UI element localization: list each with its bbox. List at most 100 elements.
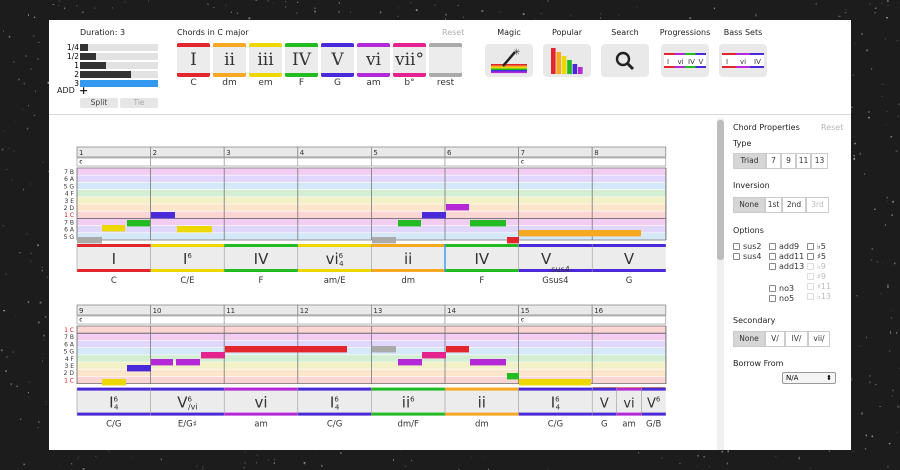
checkbox-icon[interactable]	[769, 285, 776, 292]
melody-note[interactable]	[127, 365, 151, 372]
duration-option[interactable]: 1	[49, 61, 159, 70]
melody-note[interactable]	[151, 359, 173, 366]
option-checkbox[interactable]: ♯5	[807, 252, 826, 262]
segment-option[interactable]: vii/	[808, 331, 830, 347]
melody-note[interactable]	[151, 212, 175, 219]
tool-button[interactable]: Ivi IV V	[661, 44, 709, 77]
checkbox-icon[interactable]	[769, 253, 776, 260]
checkbox-icon[interactable]	[807, 263, 814, 270]
measure-header[interactable]	[518, 304, 593, 316]
option-checkbox[interactable]: sus4	[733, 252, 762, 262]
checkbox-icon[interactable]	[733, 243, 740, 250]
melody-note[interactable]	[177, 226, 212, 233]
melody-note[interactable]	[77, 237, 102, 244]
tool-button[interactable]: ✳	[485, 44, 533, 77]
option-checkbox[interactable]: ♯9	[807, 272, 826, 282]
measure-header[interactable]	[223, 146, 299, 158]
scrollbar-thumb[interactable]	[717, 120, 724, 260]
melody-note[interactable]	[102, 225, 125, 232]
melody-note[interactable]	[519, 230, 641, 237]
score-scrollbar[interactable]	[717, 118, 724, 450]
measure-header[interactable]	[444, 304, 519, 316]
melody-note[interactable]	[127, 220, 150, 227]
checkbox-icon[interactable]	[733, 253, 740, 260]
option-checkbox[interactable]: add11	[769, 252, 804, 262]
option-checkbox[interactable]: ♭9	[807, 262, 826, 272]
segment-option[interactable]: None	[733, 331, 765, 347]
measure-header[interactable]	[370, 146, 446, 158]
segment-option[interactable]: 1st	[765, 197, 782, 213]
tool-button[interactable]: Ivi IV	[719, 44, 767, 77]
tie-button[interactable]: Tie	[120, 98, 158, 108]
segment-option[interactable]: None	[733, 197, 765, 213]
checkbox-icon[interactable]	[807, 283, 814, 290]
measure-header[interactable]	[150, 146, 225, 158]
melody-note[interactable]	[470, 359, 506, 366]
duration-option[interactable]: 2	[49, 70, 159, 79]
measure-header[interactable]	[297, 304, 372, 316]
checkbox-icon[interactable]	[807, 273, 814, 280]
chord-button[interactable]: vii°	[393, 43, 426, 77]
checkbox-icon[interactable]	[807, 293, 814, 300]
segment-option[interactable]: IV/	[785, 331, 808, 347]
chord-button[interactable]: vi	[357, 43, 390, 77]
tool-button[interactable]	[601, 44, 649, 77]
segment-option[interactable]: 11	[796, 153, 811, 169]
segment-option[interactable]: 9	[781, 153, 796, 169]
tool-button[interactable]	[543, 44, 591, 77]
melody-note[interactable]	[102, 379, 126, 386]
option-checkbox[interactable]: ♯11	[807, 282, 831, 292]
split-button[interactable]: Split	[80, 98, 118, 108]
borrow-from-select[interactable]: N/A ⬍	[782, 372, 836, 384]
checkbox-icon[interactable]	[769, 243, 776, 250]
checkbox-icon[interactable]	[807, 243, 814, 250]
measure-header[interactable]	[297, 146, 372, 158]
segment-option[interactable]: 3rd	[806, 197, 829, 213]
segment-option[interactable]: Triad	[733, 153, 766, 169]
option-checkbox[interactable]: add13	[769, 262, 804, 272]
measure-header[interactable]	[76, 146, 151, 158]
segment-option[interactable]: 13	[811, 153, 828, 169]
measure-header[interactable]	[370, 304, 446, 316]
melody-note[interactable]	[372, 237, 396, 244]
chords-reset-button[interactable]: Reset	[442, 28, 464, 37]
melody-note[interactable]	[446, 204, 469, 211]
measure-header[interactable]	[76, 304, 151, 316]
option-checkbox[interactable]: add9	[769, 242, 799, 252]
duration-option[interactable]: 1/4	[49, 43, 159, 52]
chord-button[interactable]: V	[321, 43, 354, 77]
segment-option[interactable]: 7	[766, 153, 781, 169]
melody-note[interactable]	[507, 237, 519, 244]
melody-note[interactable]	[422, 212, 446, 219]
panel-reset-button[interactable]: Reset	[821, 123, 843, 132]
chord-button[interactable]: ii	[213, 43, 246, 77]
chord-button[interactable]: I	[177, 43, 210, 77]
segment-option[interactable]: 2nd	[782, 197, 806, 213]
melody-note[interactable]	[398, 359, 422, 366]
measure-header[interactable]	[591, 146, 667, 158]
melody-note[interactable]	[446, 346, 469, 353]
segment-option[interactable]: V/	[765, 331, 785, 347]
melody-note[interactable]	[507, 373, 519, 380]
option-checkbox[interactable]: ♭5	[807, 242, 826, 252]
melody-note[interactable]	[398, 220, 421, 227]
melody-note[interactable]	[201, 352, 225, 359]
checkbox-icon[interactable]	[769, 263, 776, 270]
measure-header[interactable]	[150, 304, 225, 316]
option-checkbox[interactable]: ♭13	[807, 292, 831, 302]
option-checkbox[interactable]: no3	[769, 284, 794, 294]
melody-note[interactable]	[225, 346, 347, 353]
measure-header[interactable]	[518, 146, 593, 158]
measure-header[interactable]	[591, 304, 667, 316]
checkbox-icon[interactable]	[769, 295, 776, 302]
melody-note[interactable]	[519, 379, 591, 386]
chord-button[interactable]: iii	[249, 43, 282, 77]
add-icon[interactable]: +	[79, 84, 88, 97]
duration-option[interactable]: 1/2	[49, 52, 159, 61]
chord-button[interactable]	[429, 43, 462, 77]
measure-header[interactable]	[444, 146, 519, 158]
melody-note[interactable]	[372, 346, 396, 353]
checkbox-icon[interactable]	[807, 253, 814, 260]
melody-note[interactable]	[176, 359, 200, 366]
melody-note[interactable]	[470, 220, 506, 227]
